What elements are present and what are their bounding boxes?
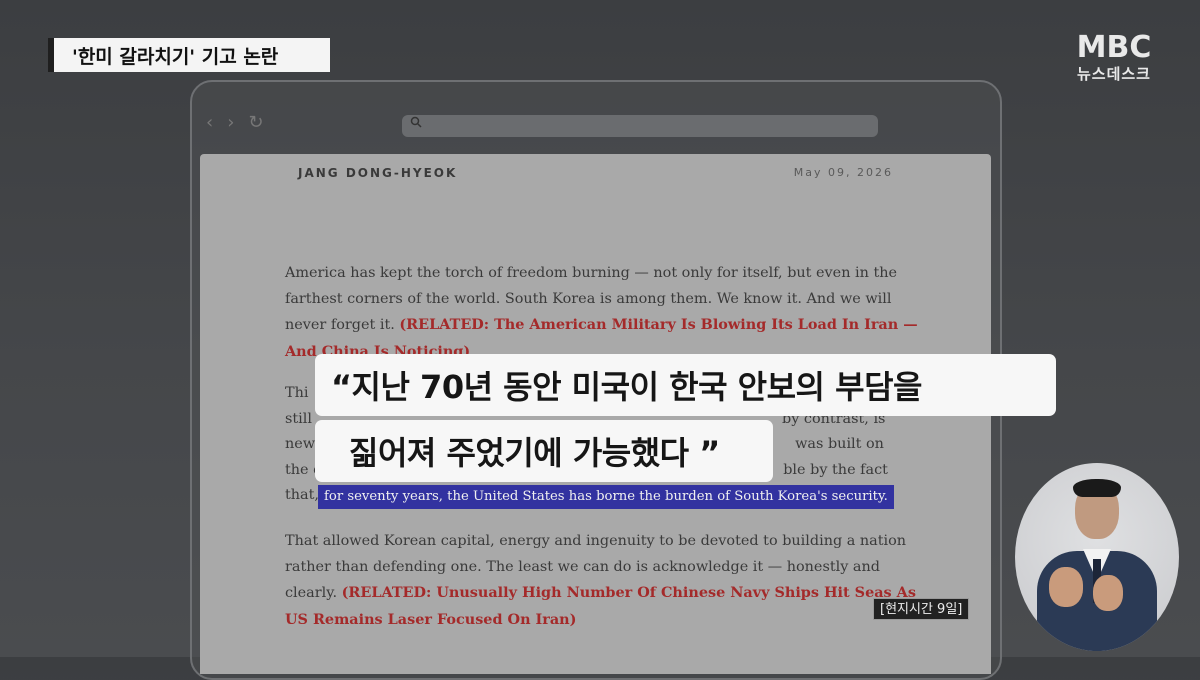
browser-nav: ‹ › ↻ (206, 112, 264, 133)
interpreter-hand-left (1049, 567, 1083, 607)
logo-mbc: MBC (1076, 30, 1152, 65)
article-author: JANG DONG-HYEOK (298, 166, 458, 180)
back-icon[interactable]: ‹ (206, 112, 213, 133)
news-headline: '한미 갈라치기' 기고 논란 (72, 45, 279, 68)
subtitle-line-2: 짊어져 주었기에 가능했다 ” (315, 420, 773, 482)
paragraph-2-line2a: still (285, 410, 312, 427)
paragraph-2-line4b: ble by the fact (783, 461, 888, 478)
search-icon (410, 116, 422, 132)
article-paragraph-3: That allowed Korean capital, energy and … (285, 529, 925, 633)
highlighted-sentence: for seventy years, the United States has… (318, 485, 894, 509)
interpreter-hand-right (1093, 575, 1123, 611)
subtitle-line-1-text: “지난 70년 동안 미국이 한국 안보의 부담을 (331, 368, 922, 406)
forward-icon[interactable]: › (227, 112, 234, 133)
related-link-2[interactable]: (RELATED: Unusually High Number Of Chine… (285, 584, 916, 628)
paragraph-2-line3b: was built on (795, 436, 884, 452)
paragraph-2-start: Thi (285, 385, 309, 401)
paragraph-2-line3a: new (285, 436, 316, 452)
news-headline-box: '한미 갈라치기' 기고 논란 (48, 38, 330, 72)
local-time-tag: [현지시간 9일] (873, 598, 970, 620)
reload-icon[interactable]: ↻ (248, 112, 263, 133)
address-bar[interactable] (402, 115, 878, 137)
mbc-logo: MBC 뉴스데스크 (1066, 32, 1162, 88)
article-date: May 09, 2026 (793, 166, 893, 179)
sign-language-interpreter (1015, 463, 1179, 651)
interpreter-hair (1073, 479, 1121, 497)
logo-newsdesk: 뉴스데스크 (1076, 65, 1151, 83)
subtitle-line-1: “지난 70년 동안 미국이 한국 안보의 부담을 (315, 354, 1056, 416)
article-paragraph-1: America has kept the torch of freedom bu… (285, 261, 925, 365)
paragraph-2-line5a: that, (285, 487, 319, 503)
subtitle-line-2-text: 짊어져 주었기에 가능했다 ” (349, 434, 720, 472)
